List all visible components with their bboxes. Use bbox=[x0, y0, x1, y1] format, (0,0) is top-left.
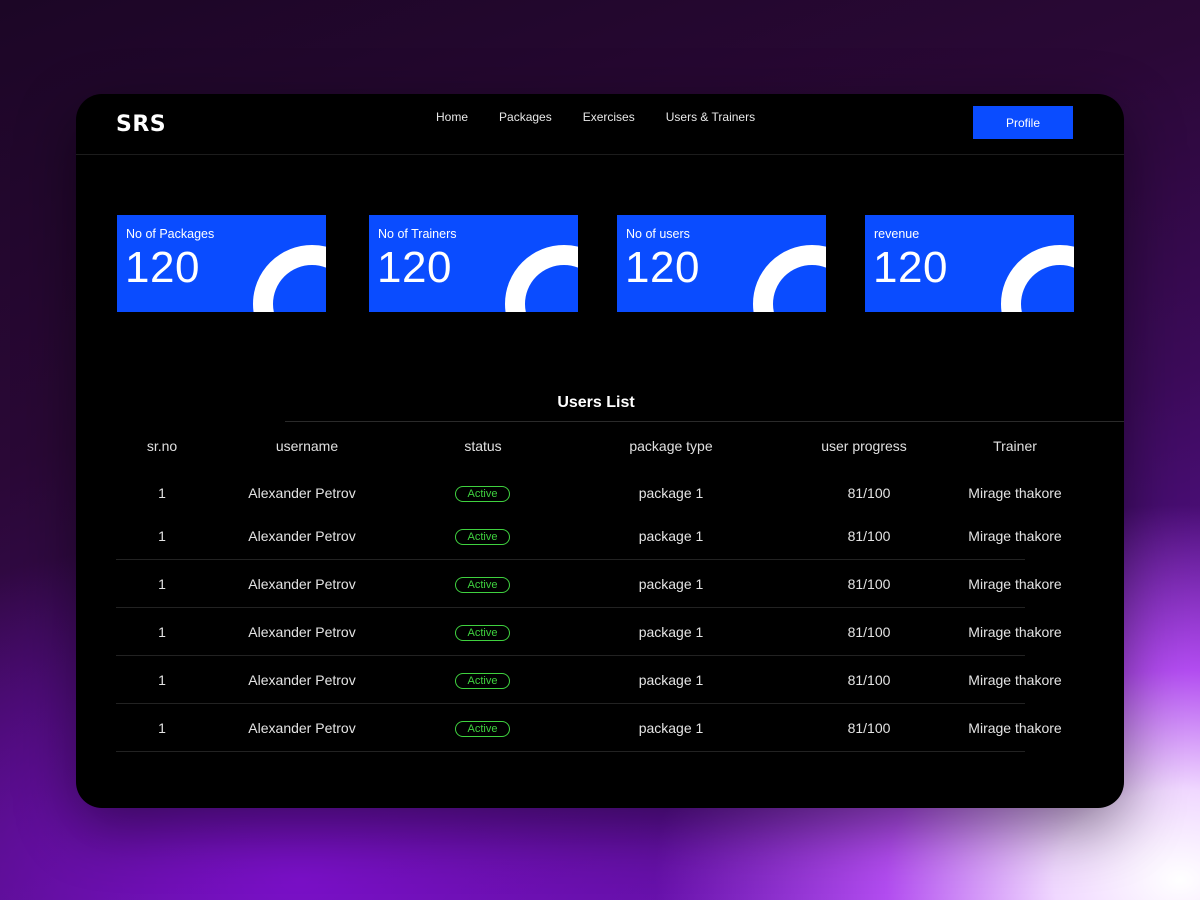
cell-username: Alexander Petrov bbox=[248, 624, 356, 640]
main-nav: Home Packages Exercises Users & Trainers bbox=[436, 110, 755, 124]
col-header-user-progress[interactable]: user progress bbox=[799, 438, 929, 454]
row-divider bbox=[116, 559, 1025, 560]
cell-user-progress: 81/100 bbox=[847, 624, 891, 640]
status-badge: Active bbox=[455, 486, 510, 502]
nav-exercises[interactable]: Exercises bbox=[583, 110, 635, 124]
stat-label: No of Trainers bbox=[378, 227, 457, 241]
ring-icon bbox=[505, 245, 578, 312]
stat-value: 120 bbox=[125, 243, 200, 292]
title-divider bbox=[285, 421, 1124, 422]
stat-card-packages[interactable]: No of Packages 120 bbox=[117, 215, 326, 312]
row-divider bbox=[116, 655, 1025, 656]
ring-icon bbox=[1001, 245, 1074, 312]
cell-package-type: package 1 bbox=[638, 720, 704, 736]
users-list-title: Users List bbox=[557, 394, 635, 411]
stat-label: No of Packages bbox=[126, 227, 215, 241]
status-badge: Active bbox=[455, 673, 510, 689]
col-header-package-type[interactable]: package type bbox=[606, 438, 736, 454]
cell-user-progress: 81/100 bbox=[847, 576, 891, 592]
cell-srno: 1 bbox=[158, 576, 166, 592]
nav-users-trainers[interactable]: Users & Trainers bbox=[666, 110, 755, 124]
profile-button[interactable]: Profile bbox=[973, 106, 1073, 139]
stat-value: 120 bbox=[377, 243, 452, 292]
cell-trainer: Mirage thakore bbox=[968, 624, 1062, 640]
cell-srno: 1 bbox=[158, 624, 166, 640]
cell-trainer: Mirage thakore bbox=[968, 528, 1062, 544]
stat-value: 120 bbox=[873, 243, 948, 292]
cell-package-type: package 1 bbox=[638, 485, 704, 501]
col-header-trainer[interactable]: Trainer bbox=[960, 438, 1070, 454]
row-divider bbox=[116, 751, 1025, 752]
stat-card-trainers[interactable]: No of Trainers 120 bbox=[369, 215, 578, 312]
stat-label: No of users bbox=[626, 227, 690, 241]
cell-package-type: package 1 bbox=[638, 624, 704, 640]
row-divider bbox=[116, 607, 1025, 608]
status-badge: Active bbox=[455, 577, 510, 593]
cell-srno: 1 bbox=[158, 672, 166, 688]
stat-card-users[interactable]: No of users 120 bbox=[617, 215, 826, 312]
status-badge: Active bbox=[455, 625, 510, 641]
nav-packages[interactable]: Packages bbox=[499, 110, 552, 124]
cell-package-type: package 1 bbox=[638, 672, 704, 688]
cell-trainer: Mirage thakore bbox=[968, 720, 1062, 736]
cell-user-progress: 81/100 bbox=[847, 672, 891, 688]
cell-srno: 1 bbox=[158, 485, 166, 501]
cell-username: Alexander Petrov bbox=[248, 672, 356, 688]
ring-icon bbox=[753, 245, 826, 312]
cell-package-type: package 1 bbox=[638, 576, 704, 592]
row-divider bbox=[116, 703, 1025, 704]
status-badge: Active bbox=[455, 529, 510, 545]
cell-srno: 1 bbox=[158, 528, 166, 544]
col-header-username[interactable]: username bbox=[237, 438, 377, 454]
cell-trainer: Mirage thakore bbox=[968, 576, 1062, 592]
col-header-srno[interactable]: sr.no bbox=[137, 438, 187, 454]
cell-username: Alexander Petrov bbox=[248, 720, 356, 736]
cell-trainer: Mirage thakore bbox=[968, 485, 1062, 501]
cell-username: Alexander Petrov bbox=[248, 528, 356, 544]
top-navbar: SRS Home Packages Exercises Users & Trai… bbox=[76, 94, 1124, 155]
ring-icon bbox=[253, 245, 326, 312]
stat-label: revenue bbox=[874, 227, 920, 241]
app-window: SRS Home Packages Exercises Users & Trai… bbox=[76, 94, 1124, 808]
cell-username: Alexander Petrov bbox=[248, 576, 356, 592]
nav-home[interactable]: Home bbox=[436, 110, 468, 124]
stat-card-revenue[interactable]: revenue 120 bbox=[865, 215, 1074, 312]
cell-user-progress: 81/100 bbox=[847, 528, 891, 544]
srs-logo[interactable]: SRS bbox=[116, 112, 166, 137]
cell-user-progress: 81/100 bbox=[847, 485, 891, 501]
cell-trainer: Mirage thakore bbox=[968, 672, 1062, 688]
cell-user-progress: 81/100 bbox=[847, 720, 891, 736]
cell-srno: 1 bbox=[158, 720, 166, 736]
stat-value: 120 bbox=[625, 243, 700, 292]
cell-package-type: package 1 bbox=[638, 528, 704, 544]
status-badge: Active bbox=[455, 721, 510, 737]
cell-username: Alexander Petrov bbox=[248, 485, 356, 501]
col-header-status[interactable]: status bbox=[433, 438, 533, 454]
